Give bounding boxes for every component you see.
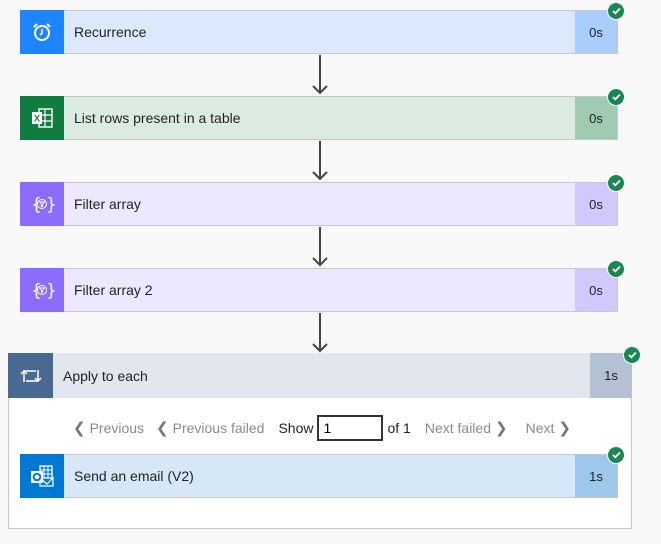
step-title: Filter array 2 [74, 282, 153, 298]
chevron-left-icon: ❮ [156, 420, 169, 437]
alarm-clock-icon [20, 10, 64, 54]
connector-arrow [312, 313, 328, 353]
iteration-input[interactable] [317, 415, 384, 441]
step-title: Filter array [74, 196, 141, 212]
svg-text:}: } [46, 195, 55, 215]
apply-to-each-header[interactable]: Apply to each 1s [8, 353, 632, 398]
success-check-icon [607, 260, 625, 278]
connector-arrow [312, 141, 328, 181]
apply-to-each-container: Apply to each 1s ❮ Previous ❮ Previous f… [8, 346, 641, 529]
outlook-icon [20, 454, 64, 498]
step-list-rows[interactable]: X List rows present in a table 0s [20, 88, 625, 140]
chevron-right-icon: ❯ [558, 420, 571, 437]
svg-text:{: { [31, 195, 42, 215]
previous-button[interactable]: ❮ Previous [69, 419, 144, 437]
success-check-icon [607, 88, 625, 106]
next-failed-button[interactable]: Next failed ❯ [425, 419, 512, 437]
filter-array-icon: {} [20, 182, 64, 226]
svg-text:X: X [34, 114, 40, 124]
next-label: Next [525, 420, 555, 436]
chevron-right-icon: ❯ [495, 420, 508, 437]
iteration-pager: ❮ Previous ❮ Previous failed Show of 1 N… [69, 414, 575, 442]
step-title: List rows present in a table [74, 110, 241, 126]
step-filter-array-2[interactable]: {} Filter array 2 0s [20, 260, 625, 312]
success-check-icon [607, 446, 625, 464]
loop-title: Apply to each [63, 367, 148, 384]
step-filter-array[interactable]: {} Filter array 0s [20, 174, 625, 226]
show-label: Show [278, 420, 314, 436]
filter-array-icon: {} [20, 268, 64, 312]
step-send-email[interactable]: Send an email (V2) 1s [20, 446, 625, 498]
success-check-icon [607, 174, 625, 192]
success-check-icon [607, 2, 625, 20]
connector-arrow [312, 55, 328, 95]
svg-text:}: } [46, 281, 55, 301]
chevron-left-icon: ❮ [73, 420, 86, 437]
success-check-icon [623, 346, 641, 364]
loop-icon [8, 353, 53, 398]
iteration-total: of 1 [387, 420, 411, 436]
next-button[interactable]: Next ❯ [526, 419, 575, 437]
previous-failed-label: Previous failed [172, 420, 265, 436]
previous-label: Previous [89, 420, 145, 436]
excel-icon: X [20, 96, 64, 140]
connector-arrow [312, 227, 328, 267]
step-title: Recurrence [74, 24, 147, 40]
next-failed-label: Next failed [424, 420, 491, 436]
svg-text:{: { [31, 281, 42, 301]
step-title: Send an email (V2) [74, 468, 194, 484]
previous-failed-button[interactable]: ❮ Previous failed [152, 419, 264, 437]
step-recurrence[interactable]: Recurrence 0s [20, 2, 625, 54]
